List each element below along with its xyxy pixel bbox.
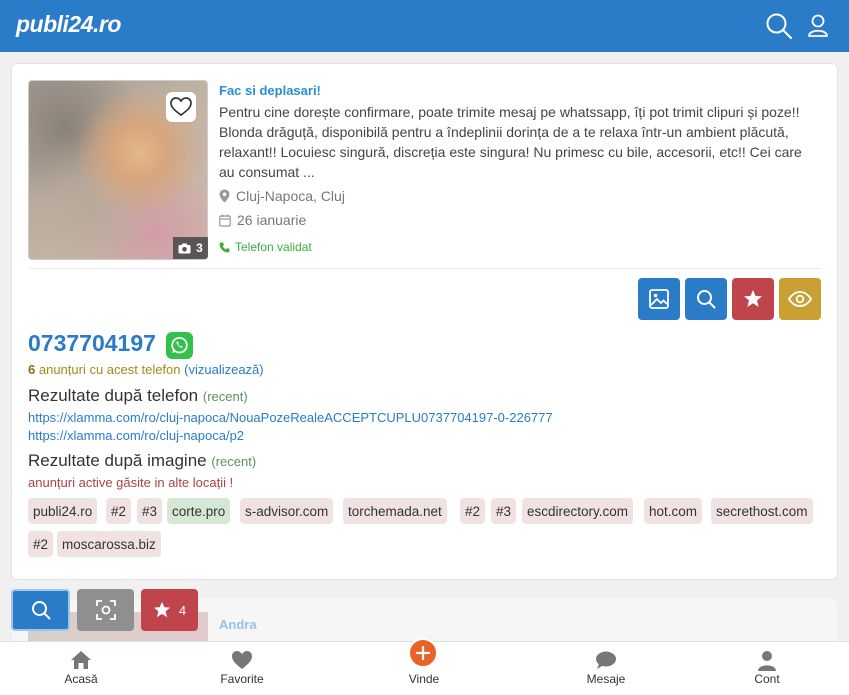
ads-count-number: 6 xyxy=(28,362,36,377)
date-text: 26 ianuarie xyxy=(237,212,307,228)
result-url-2[interactable]: https://xlamma.com/ro/cluj-napoca/p2 xyxy=(28,428,244,443)
person-icon xyxy=(757,650,777,675)
chat-bubble-icon xyxy=(595,650,617,673)
add-listing-plus-icon[interactable] xyxy=(408,638,438,668)
result-tag[interactable]: s-advisor.com xyxy=(240,498,334,524)
eye-icon xyxy=(788,291,812,307)
star-icon xyxy=(153,601,170,618)
phone-search-button[interactable] xyxy=(685,278,727,320)
result-tag[interactable]: #2 xyxy=(106,498,132,524)
image-results-heading: Rezultate după imagine (recent) xyxy=(28,451,256,471)
nav-favorites[interactable]: Favorite xyxy=(182,642,302,695)
floating-favorites-button[interactable]: 4 xyxy=(141,589,198,631)
validated-text: Telefon validat xyxy=(235,240,312,254)
user-icon[interactable] xyxy=(807,14,829,43)
phone-results-sub: (recent) xyxy=(202,389,248,404)
nav-messages[interactable]: Mesaje xyxy=(546,642,666,695)
whatsapp-icon[interactable] xyxy=(166,332,193,359)
search-icon xyxy=(697,290,716,309)
nav-favorites-label: Favorite xyxy=(220,672,264,686)
home-icon xyxy=(70,650,92,673)
heart-icon xyxy=(231,650,253,673)
search-icon[interactable] xyxy=(765,12,793,45)
add-favorite-button[interactable] xyxy=(732,278,774,320)
image-results-sub: (recent) xyxy=(211,454,257,469)
result-tag[interactable]: escdirectory.com xyxy=(522,498,634,524)
result-tag[interactable]: hot.com xyxy=(644,498,703,524)
result-tag[interactable]: secrethost.com xyxy=(711,498,813,524)
listing-description: Pentru cine dorește confirmare, poate tr… xyxy=(219,104,802,180)
photo-count-badge: 3 xyxy=(173,237,208,259)
phone-results-title: Rezultate după telefon xyxy=(28,386,199,405)
favorites-count: 4 xyxy=(178,602,187,618)
phone-results-heading: Rezultate după telefon (recent) xyxy=(28,386,248,406)
nav-home-label: Acasă xyxy=(64,672,98,686)
scan-focus-icon xyxy=(95,600,116,620)
location-pin-icon xyxy=(219,189,230,203)
star-icon xyxy=(744,290,762,307)
top-bar: publi24.ro xyxy=(0,0,849,52)
listing-date: 26 ianuarie xyxy=(219,212,306,228)
image-search-button[interactable] xyxy=(638,278,680,320)
view-button[interactable] xyxy=(779,278,821,320)
calendar-icon xyxy=(219,214,231,227)
phone-validated-badge: Telefon validat xyxy=(219,240,312,254)
result-tag[interactable]: #3 xyxy=(137,498,163,524)
phone-icon xyxy=(219,242,230,252)
result-tag[interactable]: #3 xyxy=(491,498,517,524)
nav-home[interactable]: Acasă xyxy=(21,642,141,695)
listing-location: Cluj-Napoca, Cluj xyxy=(219,188,345,204)
image-icon xyxy=(649,289,669,309)
search-icon xyxy=(31,601,50,620)
nav-sell-label: Vinde xyxy=(408,672,440,686)
next-listing-title[interactable]: Andra xyxy=(219,617,257,632)
result-url-1[interactable]: https://xlamma.com/ro/cluj-napoca/NouaPo… xyxy=(28,410,553,425)
result-tag[interactable]: #2 xyxy=(28,531,54,557)
result-tag[interactable]: corte.pro xyxy=(167,498,231,524)
favorite-heart-icon[interactable] xyxy=(166,92,196,122)
divider xyxy=(28,268,822,269)
ads-count-text: anunțuri cu acest telefon xyxy=(38,362,181,377)
listing-card: 3 Fac si deplasari! Pentru cine dorește … xyxy=(11,63,838,580)
result-tag[interactable]: publi24.ro xyxy=(28,498,98,524)
camera-icon xyxy=(178,243,191,253)
image-results-warning: anunțuri active găsite in alte locații ! xyxy=(28,475,234,490)
site-logo[interactable]: publi24.ro xyxy=(16,11,121,38)
photo-count-value: 3 xyxy=(196,241,203,255)
view-ads-link[interactable]: (vizualizează) xyxy=(184,362,263,377)
result-tag[interactable]: #2 xyxy=(460,498,486,524)
listing-title[interactable]: Fac si deplasari! xyxy=(219,83,321,98)
nav-messages-label: Mesaje xyxy=(586,672,626,686)
result-tag[interactable]: torchemada.net xyxy=(343,498,447,524)
phone-number[interactable]: 0737704197 xyxy=(28,330,156,357)
nav-account[interactable]: Cont xyxy=(707,642,827,695)
location-text: Cluj-Napoca, Cluj xyxy=(236,188,345,204)
floating-search-button[interactable] xyxy=(11,589,70,631)
image-results-title: Rezultate după imagine xyxy=(28,451,207,470)
ads-count-line: 6 anunțuri cu acest telefon (vizualizeaz… xyxy=(28,362,264,377)
result-tag[interactable]: moscarossa.biz xyxy=(57,531,161,557)
floating-scan-button[interactable] xyxy=(77,589,134,631)
